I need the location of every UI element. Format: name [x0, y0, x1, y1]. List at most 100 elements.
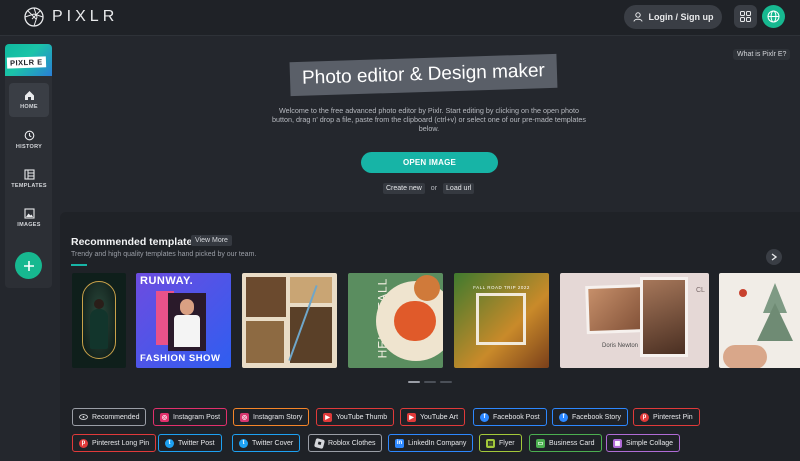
pinterest-icon: p: [640, 412, 649, 422]
add-button[interactable]: [15, 252, 42, 279]
sidebar-item-label: HOME: [20, 104, 38, 110]
category-recommended[interactable]: Recommended: [72, 408, 147, 426]
eye-icon: [79, 413, 88, 422]
template-thumb[interactable]: HELLO FALL: [348, 273, 443, 368]
category-label: LinkedIn Company: [408, 439, 467, 447]
what-is-pixlr-link[interactable]: What is Pixlr E?: [733, 49, 791, 60]
category-label: Pinterest Pin: [653, 413, 693, 421]
business-card-icon: ▭: [536, 438, 545, 448]
category-pinterest-long-pin[interactable]: p Pinterest Long Pin: [72, 434, 157, 452]
thumb-text: CL: [696, 287, 705, 294]
images-icon: [23, 208, 35, 219]
globe-icon: [767, 10, 780, 23]
category-flyer[interactable]: ▤ Flyer: [479, 434, 522, 452]
category-label: Instagram Post: [173, 413, 221, 421]
user-icon: [633, 12, 642, 22]
sidebar-item-label: HISTORY: [15, 144, 43, 150]
pixlr-logo[interactable]: PIXLR: [24, 7, 118, 27]
twitter-icon: t: [239, 438, 248, 448]
template-thumb[interactable]: [242, 273, 337, 368]
load-url-button[interactable]: Load url: [443, 183, 475, 194]
pixlr-logo-icon: [24, 7, 44, 27]
template-thumb[interactable]: [719, 273, 800, 368]
linkedin-icon: in: [395, 438, 404, 448]
category-label: Facebook Story: [572, 413, 622, 421]
collage-icon: ▦: [613, 438, 622, 448]
brand-label: PIXLR E: [6, 56, 46, 69]
sidebar-item-history[interactable]: HISTORY: [9, 123, 49, 157]
carousel-next-button[interactable]: [766, 249, 782, 265]
hero-description: Welcome to the free advanced photo edito…: [272, 106, 586, 133]
category-simple-collage[interactable]: ▦ Simple Collage: [606, 434, 681, 452]
category-label: Instagram Story: [253, 413, 303, 421]
category-instagram-story[interactable]: ◎ Instagram Story: [233, 408, 310, 426]
logo-text: PIXLR: [52, 8, 119, 25]
pagination-dot[interactable]: [424, 381, 436, 383]
twitter-icon: t: [165, 438, 174, 448]
category-label: YouTube Art: [420, 413, 459, 421]
category-twitter-post[interactable]: t Twitter Post: [158, 434, 222, 452]
recommended-subtitle: Trendy and high quality templates hand p…: [71, 251, 257, 258]
category-label: YouTube Thumb: [336, 413, 388, 421]
login-signup-button[interactable]: Login / Sign up: [624, 5, 722, 29]
thumb-text: RUNWAY.: [140, 275, 194, 287]
category-pinterest-pin[interactable]: p Pinterest Pin: [633, 408, 700, 426]
facebook-icon: f: [480, 412, 489, 422]
category-label: Business Card: [549, 439, 595, 447]
category-facebook-story[interactable]: f Facebook Story: [552, 408, 629, 426]
create-new-button[interactable]: Create new: [383, 183, 425, 194]
category-label: Pinterest Long Pin: [92, 439, 150, 447]
carousel-pagination: [408, 381, 452, 383]
template-thumb[interactable]: Doris Newton CL: [560, 273, 709, 368]
language-button[interactable]: [762, 5, 785, 28]
flyer-icon: ▤: [486, 438, 495, 448]
pinterest-icon: p: [79, 438, 88, 448]
category-roblox-clothes[interactable]: ■ Roblox Clothes: [308, 434, 383, 452]
youtube-icon: ▶: [323, 412, 332, 422]
template-thumb[interactable]: [72, 273, 126, 368]
view-more-button[interactable]: View More: [191, 235, 232, 246]
category-label: Recommended: [92, 413, 140, 421]
instagram-icon: ◎: [160, 412, 169, 422]
template-thumb[interactable]: FALL ROAD TRIP 2022: [454, 273, 549, 368]
apps-grid-button[interactable]: [734, 5, 757, 28]
thumb-text: FASHION SHOW: [140, 353, 221, 364]
login-label: Login / Sign up: [648, 12, 714, 22]
or-text: or: [430, 185, 438, 192]
category-label: Flyer: [499, 439, 515, 447]
category-youtube-art[interactable]: ▶ YouTube Art: [400, 408, 466, 426]
facebook-icon: f: [559, 412, 568, 422]
category-business-card[interactable]: ▭ Business Card: [529, 434, 602, 452]
grid-icon: [740, 11, 751, 22]
template-thumb[interactable]: RUNWAY. FASHION SHOW: [136, 273, 231, 368]
category-twitter-cover[interactable]: t Twitter Cover: [232, 434, 301, 452]
recommended-title: Recommended templates: [71, 236, 199, 248]
thumb-text: Doris Newton: [602, 343, 639, 349]
pagination-dot[interactable]: [440, 381, 452, 383]
pixlr-e-badge[interactable]: PIXLR E: [5, 44, 52, 76]
sidebar-item-images[interactable]: IMAGES: [9, 201, 49, 235]
history-icon: [24, 130, 34, 141]
chevron-right-icon: [771, 253, 777, 261]
plus-icon: [23, 260, 34, 271]
youtube-icon: ▶: [407, 412, 416, 422]
sidebar: PIXLR E HOME HISTORY TEMPLATES IMAGES: [5, 44, 52, 288]
category-label: Twitter Post: [178, 439, 215, 447]
category-youtube-thumb[interactable]: ▶ YouTube Thumb: [316, 408, 395, 426]
sidebar-item-label: IMAGES: [17, 222, 41, 228]
category-linkedin-company[interactable]: in LinkedIn Company: [388, 434, 474, 452]
thumb-text: FALL ROAD TRIP 2022: [473, 285, 530, 290]
sidebar-item-home[interactable]: HOME: [9, 83, 49, 117]
home-icon: [24, 91, 34, 100]
category-label: Facebook Post: [493, 413, 540, 421]
hero-title: Photo editor & Design maker: [289, 53, 558, 97]
open-image-button[interactable]: OPEN IMAGE: [361, 152, 498, 173]
sidebar-item-label: TEMPLATES: [11, 183, 47, 189]
top-bar: PIXLR Login / Sign up: [0, 0, 800, 36]
category-label: Twitter Cover: [252, 439, 294, 447]
pagination-dot[interactable]: [408, 381, 420, 383]
category-facebook-post[interactable]: f Facebook Post: [473, 408, 547, 426]
templates-icon: [23, 169, 35, 180]
sidebar-item-templates[interactable]: TEMPLATES: [9, 162, 49, 196]
category-instagram-post[interactable]: ◎ Instagram Post: [153, 408, 228, 426]
